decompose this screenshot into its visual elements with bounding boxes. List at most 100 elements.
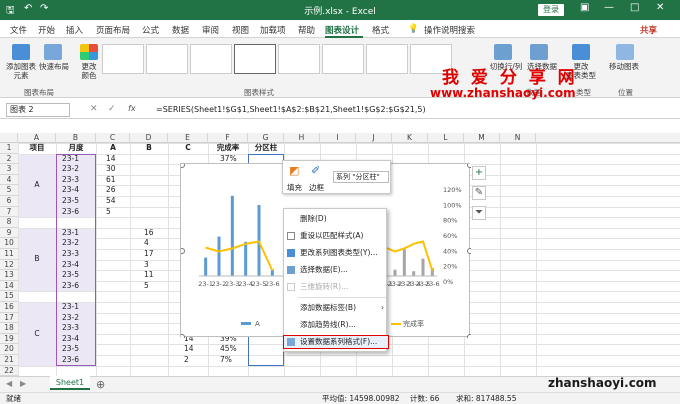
next-sheet-icon[interactable]: ▶: [20, 379, 26, 388]
col-header-j[interactable]: J: [356, 133, 392, 143]
value-cell-c[interactable]: 61: [106, 175, 116, 185]
menu-item-format-data-series[interactable]: 设置数据系列格式(F)...: [283, 335, 389, 349]
value-cell-d[interactable]: 3: [144, 260, 149, 270]
value-cell-c[interactable]: 26: [106, 185, 116, 195]
series-selector[interactable]: 系列 "分区柱": [333, 171, 389, 183]
value-cell-f[interactable]: 45%: [220, 344, 237, 354]
value-cell-c[interactable]: 30: [106, 164, 116, 174]
row-header[interactable]: 9: [0, 227, 18, 239]
close-icon[interactable]: ✕: [656, 2, 664, 13]
tab-home[interactable]: 开始: [38, 24, 55, 36]
formula-input[interactable]: =SERIES(Sheet1!$G$1,Sheet1!$A$2:$B$21,Sh…: [156, 105, 426, 114]
col-header-f[interactable]: F: [208, 133, 248, 143]
row-header[interactable]: 21: [0, 355, 18, 366]
value-cell-f[interactable]: 7%: [220, 355, 232, 365]
maximize-icon[interactable]: □: [630, 2, 639, 13]
menu-item-select-data[interactable]: 选择数据(E)...: [284, 264, 388, 276]
row-header[interactable]: 7: [0, 206, 18, 218]
tab-view[interactable]: 视图: [232, 24, 249, 36]
value-cell-d[interactable]: 5: [144, 281, 149, 291]
chart-elements-plus-icon[interactable]: +: [472, 166, 486, 180]
quick-layout-button[interactable]: 快速布局: [36, 62, 72, 71]
col-header-a[interactable]: A: [18, 133, 56, 143]
fill-button[interactable]: 填充: [287, 182, 302, 193]
row-header[interactable]: 13: [0, 270, 18, 281]
row-header[interactable]: 2: [0, 153, 18, 165]
tell-me-search[interactable]: 操作说明搜索: [424, 24, 475, 36]
col-header-e[interactable]: E: [168, 133, 208, 143]
row-header[interactable]: 15: [0, 291, 18, 302]
row-header[interactable]: 18: [0, 323, 18, 334]
sheet-tab-sheet1[interactable]: Sheet1: [50, 376, 90, 390]
tab-page-layout[interactable]: 页面布局: [96, 24, 130, 36]
value-cell-e[interactable]: 2: [184, 355, 189, 365]
row-header[interactable]: 12: [0, 259, 18, 271]
row-header[interactable]: 3: [0, 164, 18, 175]
header-cell-b[interactable]: 月度: [56, 143, 96, 153]
minimize-icon[interactable]: —: [604, 2, 614, 13]
row-header[interactable]: 19: [0, 333, 18, 345]
header-cell-f[interactable]: 完成率: [208, 143, 248, 153]
chart-style-2[interactable]: [146, 44, 188, 74]
tab-format[interactable]: 格式: [372, 24, 389, 36]
menu-item-reset-style[interactable]: 重设以匹配样式(A): [284, 230, 388, 242]
chart-styles-brush-icon[interactable]: ✎: [472, 186, 486, 200]
border-button[interactable]: 边框: [309, 182, 324, 193]
col-header-c[interactable]: C: [96, 133, 130, 143]
tab-file[interactable]: 文件: [10, 24, 27, 36]
header-cell-e[interactable]: C: [168, 143, 208, 153]
header-cell-c[interactable]: A: [96, 143, 130, 153]
chart-style-3[interactable]: [190, 44, 232, 74]
group-label[interactable]: A: [18, 180, 56, 190]
menu-item-add-data-labels[interactable]: 添加数据标签(B) ›: [284, 302, 388, 314]
row-header[interactable]: 11: [0, 249, 18, 260]
row-header[interactable]: 10: [0, 238, 18, 249]
value-cell-c[interactable]: 14: [106, 154, 116, 164]
add-sheet-icon[interactable]: ⊕: [96, 378, 105, 391]
col-header-n[interactable]: N: [500, 133, 536, 143]
menu-item-add-trendline[interactable]: 添加趋势线(R)...: [284, 319, 388, 331]
col-header-h[interactable]: H: [284, 133, 320, 143]
value-cell-c[interactable]: 5: [106, 207, 111, 217]
value-cell-d[interactable]: 16: [144, 228, 154, 238]
col-header-b[interactable]: B: [56, 133, 96, 143]
menu-item-change-series-type[interactable]: 更改系列图表类型(Y)...: [284, 247, 388, 259]
prev-sheet-icon[interactable]: ◀: [6, 379, 12, 388]
chart-style-4[interactable]: [234, 44, 276, 74]
value-cell-e[interactable]: 14: [184, 344, 194, 354]
border-pen-icon[interactable]: ✐: [311, 164, 320, 177]
move-chart-button[interactable]: 移动图表: [604, 62, 644, 71]
chart-style-1[interactable]: [102, 44, 144, 74]
tab-insert[interactable]: 插入: [66, 24, 83, 36]
insert-function-icon[interactable]: fx: [128, 104, 136, 113]
row-header[interactable]: 6: [0, 196, 18, 207]
col-header-k[interactable]: K: [392, 133, 428, 143]
tab-data[interactable]: 数据: [172, 24, 189, 36]
chart-style-5[interactable]: [278, 44, 320, 74]
col-header-d[interactable]: D: [130, 133, 168, 143]
menu-item-delete[interactable]: 删除(D): [284, 213, 388, 225]
tab-formulas[interactable]: 公式: [142, 24, 159, 36]
value-cell-d[interactable]: 4: [144, 238, 149, 248]
row-header[interactable]: 8: [0, 217, 18, 228]
col-header-l[interactable]: L: [428, 133, 464, 143]
select-all-corner[interactable]: [0, 133, 18, 143]
add-chart-element-button[interactable]: 添加图表 元素: [2, 62, 40, 80]
ribbon-display-icon[interactable]: ▣: [580, 2, 589, 13]
change-colors-button[interactable]: 更改 颜色: [74, 62, 104, 80]
share-button[interactable]: 共享: [640, 24, 657, 36]
col-header-g[interactable]: G: [248, 133, 284, 143]
row-header[interactable]: 17: [0, 312, 18, 324]
value-cell-d[interactable]: 17: [144, 249, 154, 259]
tab-chart-design[interactable]: 图表设计: [325, 24, 359, 36]
row-header[interactable]: 4: [0, 174, 18, 186]
row-header[interactable]: 16: [0, 302, 18, 313]
tab-addins[interactable]: 加载项: [260, 24, 286, 36]
name-box[interactable]: 图表 2: [6, 103, 70, 117]
row-header[interactable]: 22: [0, 365, 18, 377]
header-cell-a[interactable]: 项目: [18, 143, 56, 153]
col-header-m[interactable]: M: [464, 133, 500, 143]
tab-review[interactable]: 审阅: [202, 24, 219, 36]
row-header[interactable]: 1: [0, 143, 18, 154]
col-header-i[interactable]: I: [320, 133, 356, 143]
